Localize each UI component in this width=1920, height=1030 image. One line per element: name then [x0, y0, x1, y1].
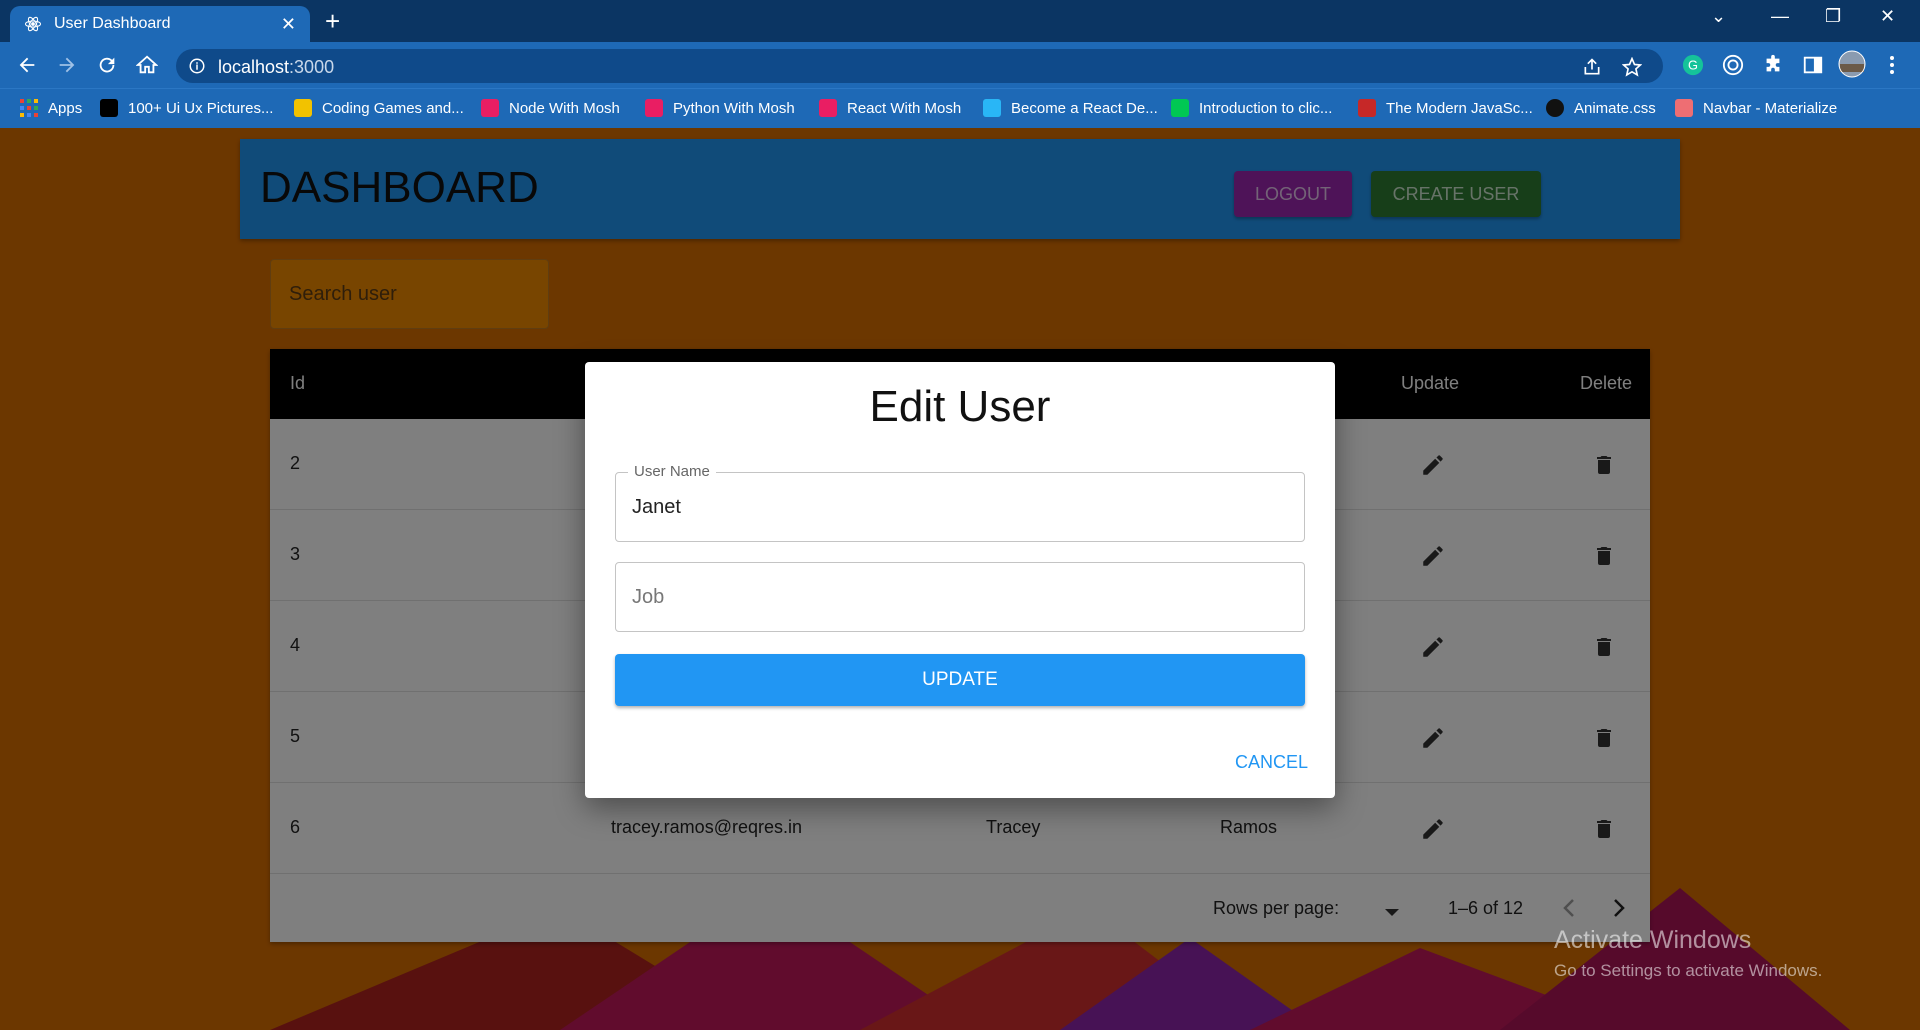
- react-icon: [24, 15, 42, 33]
- bookmark-react-with-mosh[interactable]: React With Mosh: [819, 96, 961, 120]
- job-field: [615, 562, 1305, 632]
- job-input[interactable]: [616, 563, 1304, 631]
- share-icon[interactable]: [1582, 57, 1602, 82]
- bookmark-label: Python With Mosh: [673, 99, 795, 117]
- page-background: DASHBOARD LOGOUT CREATE USER Id Update D…: [0, 128, 1920, 1030]
- bookmark-favicon-icon: [1546, 99, 1564, 117]
- tab-search-chevron-icon[interactable]: ⌄: [1711, 6, 1726, 27]
- bookmark-favicon-icon: [100, 99, 118, 117]
- dialog-title: Edit User: [869, 382, 1051, 431]
- bookmark-label: React With Mosh: [847, 99, 962, 117]
- edit-user-dialog: Edit User User Name UPDATE CANCEL: [585, 362, 1335, 798]
- bookmark-favicon-icon: [819, 99, 837, 117]
- bookmark-label: 100+ Ui Ux Pictures...: [128, 99, 274, 117]
- address-bar[interactable]: localhost:3000: [176, 49, 1663, 83]
- bookmark-label: Introduction to clic...: [1199, 99, 1333, 117]
- user-name-field: User Name: [615, 463, 1305, 542]
- bookmark-label: Node With Mosh: [509, 99, 620, 117]
- user-name-input[interactable]: [616, 473, 1304, 541]
- watermark-subtitle: Go to Settings to activate Windows.: [1554, 961, 1823, 980]
- bookmark-intro-to-clic[interactable]: Introduction to clic...: [1171, 96, 1332, 120]
- svg-text:G: G: [1688, 58, 1698, 73]
- restore-icon[interactable]: ❐: [1825, 6, 1841, 27]
- bookmark-favicon-icon: [983, 99, 1001, 117]
- apps-grid-icon: [20, 99, 38, 117]
- bookmarks-bar: Apps 100+ Ui Ux Pictures... Coding Games…: [0, 88, 1920, 128]
- bookmark-animate-css[interactable]: Animate.css: [1546, 96, 1656, 120]
- url-text: localhost:3000: [218, 57, 335, 77]
- windows-activation-watermark: Activate Windows Go to Settings to activ…: [1554, 926, 1822, 981]
- bookmark-label: Coding Games and...: [322, 99, 464, 117]
- browser-tab-active[interactable]: User Dashboard ✕: [10, 6, 310, 42]
- bookmark-python-with-mosh[interactable]: Python With Mosh: [645, 96, 795, 120]
- browser-menu-icon[interactable]: [1888, 54, 1896, 81]
- target-extension-icon[interactable]: [1722, 54, 1744, 81]
- home-icon[interactable]: [134, 52, 160, 78]
- bookmark-modern-javascript[interactable]: The Modern JavaSc...: [1358, 96, 1533, 120]
- browser-toolbar: localhost:3000 G: [0, 42, 1920, 88]
- back-icon[interactable]: [14, 52, 40, 78]
- bookmark-label: Navbar - Materialize: [1703, 99, 1838, 117]
- bookmark-ui-ux-pictures[interactable]: 100+ Ui Ux Pictures...: [100, 96, 273, 120]
- new-tab-icon[interactable]: +: [325, 8, 340, 34]
- bookmark-label: Animate.css: [1574, 99, 1656, 117]
- user-name-label: User Name: [628, 463, 716, 480]
- bookmark-become-react-dev[interactable]: Become a React De...: [983, 96, 1158, 120]
- bookmark-favicon-icon: [481, 99, 499, 117]
- bookmark-navbar-materialize[interactable]: Navbar - Materialize: [1675, 96, 1837, 120]
- bookmark-label: The Modern JavaSc...: [1386, 99, 1533, 117]
- bookmark-node-with-mosh[interactable]: Node With Mosh: [481, 96, 620, 120]
- puzzle-extensions-icon[interactable]: [1762, 54, 1784, 81]
- bookmark-favicon-icon: [1675, 99, 1693, 117]
- bookmark-label: Apps: [48, 99, 83, 117]
- reload-icon[interactable]: [94, 52, 120, 78]
- bookmark-coding-games[interactable]: Coding Games and...: [294, 96, 464, 120]
- bookmark-apps[interactable]: Apps: [20, 96, 82, 120]
- profile-avatar-icon[interactable]: [1838, 50, 1866, 83]
- tab-close-icon[interactable]: ✕: [281, 14, 296, 35]
- forward-icon[interactable]: [54, 52, 80, 78]
- browser-tabstrip: User Dashboard ✕ + ⌄ — ❐ ✕: [0, 0, 1920, 42]
- bookmark-favicon-icon: [1171, 99, 1189, 117]
- bookmark-favicon-icon: [645, 99, 663, 117]
- bookmark-star-icon[interactable]: [1621, 56, 1643, 82]
- update-button[interactable]: UPDATE: [615, 654, 1305, 706]
- grammarly-icon[interactable]: G: [1682, 54, 1704, 81]
- side-panel-icon[interactable]: [1802, 54, 1824, 81]
- bookmark-favicon-icon: [1358, 99, 1376, 117]
- minimize-icon[interactable]: —: [1771, 6, 1789, 27]
- tab-title: User Dashboard: [54, 15, 171, 32]
- cancel-button[interactable]: CANCEL: [1235, 752, 1308, 773]
- window-close-icon[interactable]: ✕: [1880, 6, 1895, 27]
- site-info-icon[interactable]: [188, 57, 206, 80]
- bookmark-label: Become a React De...: [1011, 99, 1158, 117]
- watermark-title: Activate Windows: [1554, 926, 1752, 954]
- bookmark-favicon-icon: [294, 99, 312, 117]
